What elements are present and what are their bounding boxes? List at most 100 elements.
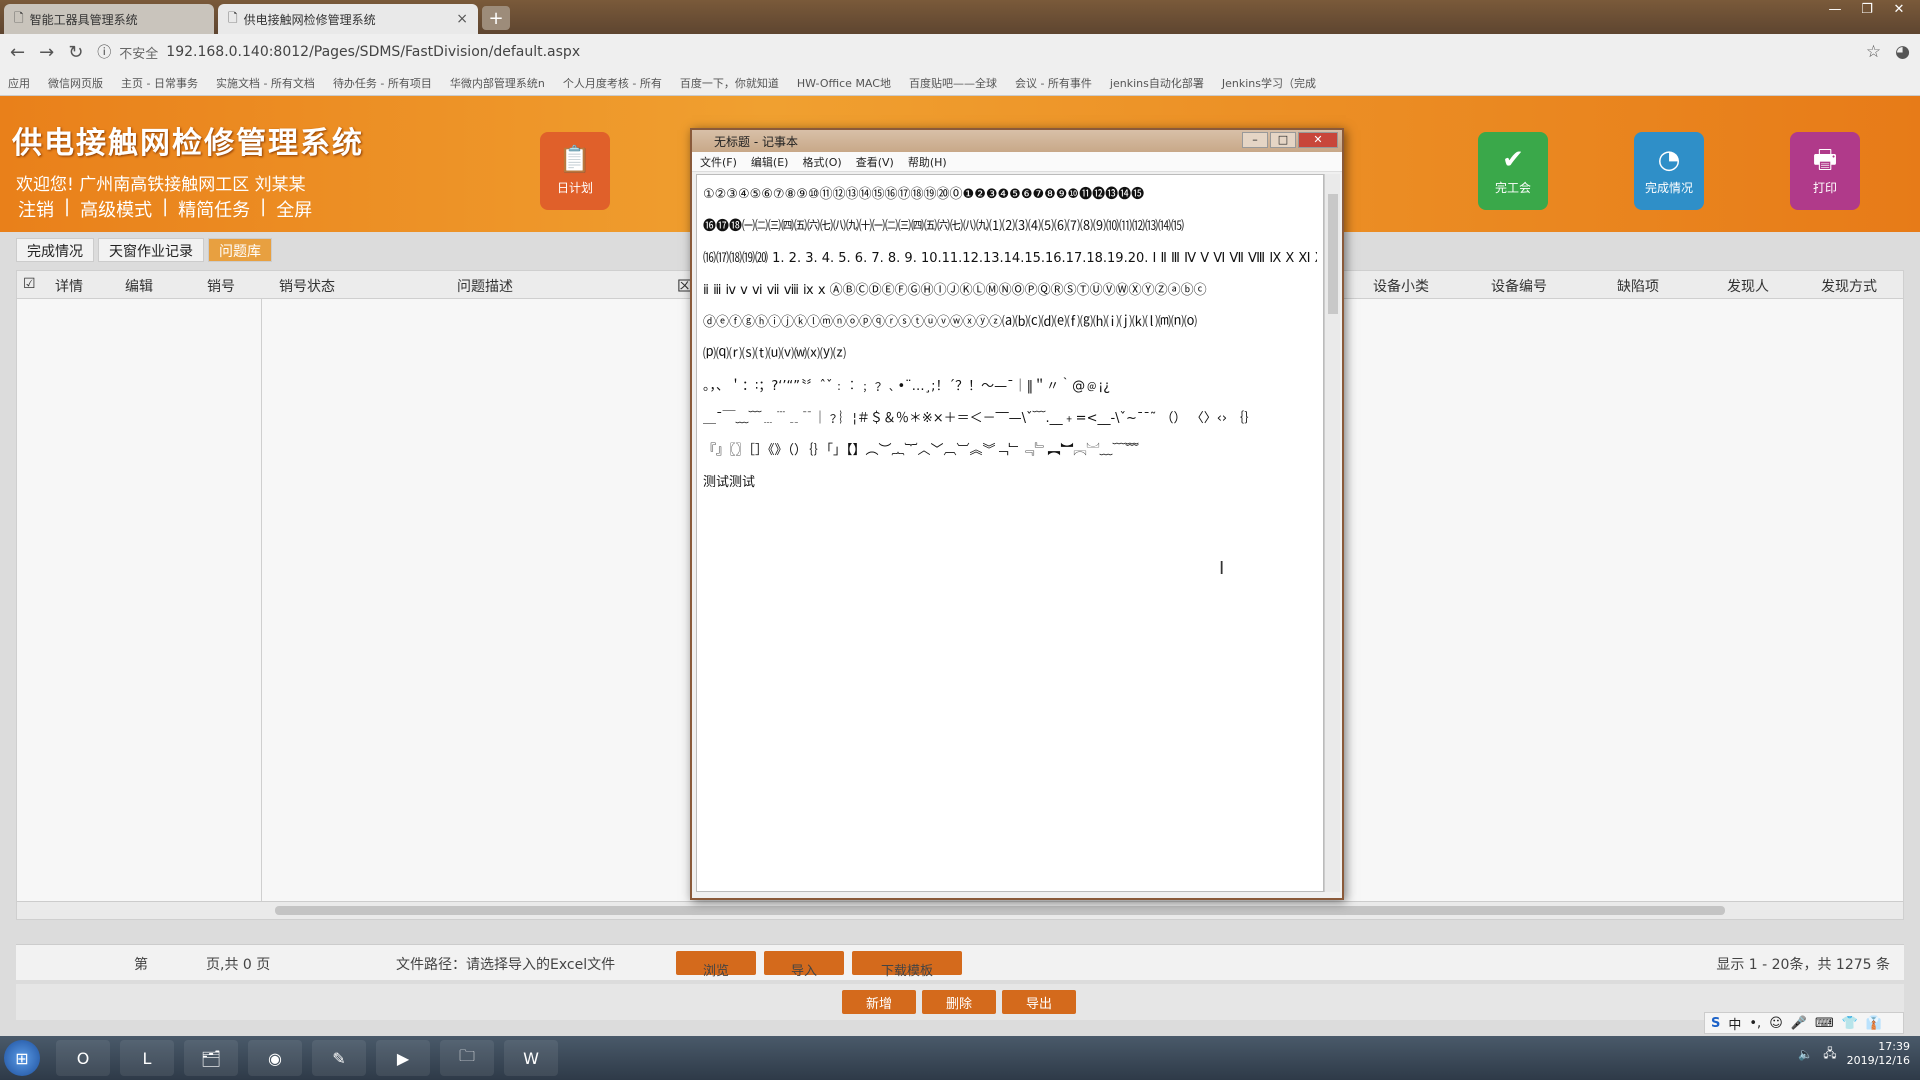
menu-help[interactable]: 帮助(H) bbox=[908, 154, 947, 170]
download-template-button[interactable]: 下载模板 bbox=[852, 951, 962, 979]
media-player-icon[interactable]: ▶ bbox=[376, 1040, 430, 1076]
text-line: ＿¯￣﹏﹋﹍﹉﹎﹊｜﹖︴¦＃＄＆％＊※×＋＝＜－‾‾—\ˇ﹋.__﹢=<__-\… bbox=[703, 411, 1258, 426]
new-tab-button[interactable]: + bbox=[482, 6, 510, 30]
file-explorer-icon[interactable]: 🗂 bbox=[184, 1040, 238, 1076]
network-icon[interactable]: 🖧 bbox=[1823, 1044, 1836, 1065]
text-line: 。，、＇：∶；?‘’“”〝〞ˆˇ﹕︰﹔﹖﹑•¨…¸;！´？！～—ˉ｜‖＂〃｀@﹫… bbox=[703, 379, 1111, 394]
bookmark-item[interactable]: 待办任务 - 所有项目 bbox=[333, 75, 432, 91]
record-summary: 显示 1 - 20条，共 1275 条 bbox=[1716, 957, 1890, 973]
scroll-thumb[interactable] bbox=[1328, 194, 1338, 314]
vertical-scrollbar[interactable] bbox=[1324, 174, 1340, 892]
bookmark-item[interactable]: 会议 - 所有事件 bbox=[1015, 75, 1092, 91]
column-problem-desc[interactable]: 问题描述 bbox=[457, 276, 513, 296]
print-button[interactable]: 🖶 打印 bbox=[1790, 132, 1860, 210]
volume-icon[interactable]: 🔈 bbox=[1798, 1047, 1813, 1061]
column-area[interactable]: 区 bbox=[677, 276, 691, 296]
tab-completion[interactable]: 完成情况 bbox=[16, 238, 94, 262]
page-prefix: 第 bbox=[134, 957, 148, 973]
maximize-icon[interactable]: □ bbox=[1270, 132, 1296, 148]
emoji-icon[interactable]: ☺ bbox=[1769, 1016, 1783, 1031]
daily-plan-button[interactable]: 📋 日计划 bbox=[540, 132, 610, 210]
column-close-status[interactable]: 销号状态 bbox=[279, 276, 335, 296]
url-field[interactable]: ⓘ 不安全 192.168.0.140:8012/Pages/SDMS/Fast… bbox=[97, 42, 1852, 62]
column-defect[interactable]: 缺陷项 bbox=[1617, 276, 1659, 296]
bookmark-item[interactable]: 主页 - 日常事务 bbox=[121, 75, 198, 91]
minimize-icon[interactable]: – bbox=[1242, 132, 1268, 148]
notepad-text-area[interactable]: ①②③④⑤⑥⑦⑧⑨⑩⑪⑫⑬⑭⑮⑯⑰⑱⑲⑳⓪❶❷❸❹❺❻❼❽❾❿⓫⓬⓭⓮⓯ ⓰⓱⓲… bbox=[696, 174, 1324, 892]
fullscreen-link[interactable]: 全屏 bbox=[276, 196, 312, 222]
tab-problem-library[interactable]: 问题库 bbox=[208, 238, 272, 262]
logout-link[interactable]: 注销 bbox=[18, 196, 54, 222]
separator: | bbox=[64, 196, 71, 217]
folder-icon[interactable]: 🗀 bbox=[440, 1040, 494, 1076]
select-all-checkbox[interactable]: ☑ bbox=[23, 276, 36, 292]
menu-view[interactable]: 查看(V) bbox=[856, 154, 894, 170]
completion-status-button[interactable]: ◔ 完成情况 bbox=[1634, 132, 1704, 210]
export-button[interactable]: 导出 bbox=[1002, 990, 1076, 1014]
skin-icon[interactable]: 👕 bbox=[1842, 1016, 1858, 1031]
notepad-icon[interactable]: ✎ bbox=[312, 1040, 366, 1076]
star-icon[interactable]: ☆ bbox=[1866, 42, 1881, 62]
reload-icon[interactable]: ↻ bbox=[68, 42, 83, 63]
close-icon[interactable]: × bbox=[456, 11, 468, 27]
menu-edit[interactable]: 编辑(E) bbox=[751, 154, 789, 170]
menu-file[interactable]: 文件(F) bbox=[700, 154, 737, 170]
back-icon[interactable]: ← bbox=[10, 42, 25, 63]
bookmark-item[interactable]: jenkins自动化部署 bbox=[1110, 75, 1204, 91]
bookmark-item[interactable]: Jenkins学习（完成 bbox=[1222, 75, 1316, 91]
bookmark-item[interactable]: 个人月度考核 - 所有 bbox=[563, 75, 662, 91]
chinese-mode-icon[interactable]: 中 bbox=[1728, 1014, 1741, 1033]
simple-task-link[interactable]: 精简任务 bbox=[178, 196, 250, 222]
horizontal-scrollbar[interactable] bbox=[17, 901, 1903, 919]
import-button[interactable]: 导入 bbox=[764, 951, 844, 979]
profile-icon[interactable]: ◕ bbox=[1895, 42, 1910, 62]
column-device-number[interactable]: 设备编号 bbox=[1491, 276, 1547, 296]
delete-button[interactable]: 删除 bbox=[922, 990, 996, 1014]
button-label: 导入 bbox=[790, 964, 817, 979]
browse-button[interactable]: 浏览 bbox=[676, 951, 756, 979]
maximize-icon[interactable]: ❐ bbox=[1854, 2, 1880, 17]
add-button[interactable]: 新增 bbox=[842, 990, 916, 1014]
column-finder[interactable]: 发现人 bbox=[1727, 276, 1769, 296]
bookmark-item[interactable]: 微信网页版 bbox=[48, 75, 103, 91]
menu-format[interactable]: 格式(O) bbox=[802, 154, 841, 170]
column-edit[interactable]: 编辑 bbox=[125, 276, 153, 296]
column-close[interactable]: 销号 bbox=[207, 276, 235, 296]
close-window-icon[interactable]: ✕ bbox=[1886, 2, 1912, 17]
address-bar: ← → ↻ ⓘ 不安全 192.168.0.140:8012/Pages/SDM… bbox=[0, 34, 1920, 70]
button-label: 完工会 bbox=[1494, 180, 1531, 195]
word-icon[interactable]: W bbox=[504, 1040, 558, 1076]
lync-icon[interactable]: L bbox=[120, 1040, 174, 1076]
bookmark-item[interactable]: 应用 bbox=[8, 75, 30, 91]
chrome-icon[interactable]: ◉ bbox=[248, 1040, 302, 1076]
microphone-icon[interactable]: 🎤 bbox=[1791, 1016, 1807, 1031]
text-line: ⅱ ⅲ ⅳ ⅴ ⅵ ⅶ ⅷ ⅸ ⅹ ⒶⒷⒸⒹⒺⒻⒼⒽⒾⒿⓀⓁⓂⓃⓄⓅⓆⓇⓈⓉⓊⓋ… bbox=[703, 283, 1207, 298]
bookmark-item[interactable]: HW-Office MAC地 bbox=[797, 75, 891, 91]
bookmark-item[interactable]: 百度一下，你就知道 bbox=[680, 75, 779, 91]
browser-tab-2[interactable]: 🗋 供电接触网检修管理系统 × bbox=[218, 4, 478, 34]
close-icon[interactable]: ✕ bbox=[1298, 132, 1338, 148]
toolbox-icon[interactable]: 👔 bbox=[1866, 1016, 1882, 1031]
forward-icon[interactable]: → bbox=[39, 42, 54, 63]
keyboard-icon[interactable]: ⌨ bbox=[1815, 1016, 1834, 1031]
sogou-icon[interactable]: S bbox=[1711, 1016, 1720, 1031]
completion-meeting-button[interactable]: ✔ 完工会 bbox=[1478, 132, 1548, 210]
outlook-icon[interactable]: O bbox=[56, 1040, 110, 1076]
welcome-text: 欢迎您! 广州南高铁接触网工区 刘某某 bbox=[16, 175, 306, 195]
punctuation-icon[interactable]: •, bbox=[1749, 1016, 1761, 1031]
bookmark-item[interactable]: 实施文档 - 所有文档 bbox=[216, 75, 315, 91]
column-device-subtype[interactable]: 设备小类 bbox=[1373, 276, 1429, 296]
bookmark-item[interactable]: 百度贴吧——全球 bbox=[909, 75, 997, 91]
clock[interactable]: 17:39 2019/12/16 bbox=[1847, 1040, 1910, 1068]
file-path-field[interactable]: 文件路径：请选择导入的Excel文件 bbox=[396, 954, 615, 974]
column-details[interactable]: 详情 bbox=[55, 276, 83, 296]
minimize-icon[interactable]: — bbox=[1822, 2, 1848, 17]
start-button[interactable]: ⊞ bbox=[4, 1040, 40, 1076]
notepad-title-bar[interactable]: 无标题 - 记事本 – □ ✕ bbox=[692, 130, 1342, 152]
browser-tab-1[interactable]: 🗋 智能工器具管理系统 bbox=[4, 4, 214, 34]
scroll-thumb[interactable] bbox=[275, 906, 1725, 915]
bookmark-item[interactable]: 华微内部管理系统n bbox=[450, 75, 545, 91]
column-find-method[interactable]: 发现方式 bbox=[1821, 276, 1877, 296]
advanced-mode-link[interactable]: 高级模式 bbox=[80, 196, 152, 222]
tab-skylight-records[interactable]: 天窗作业记录 bbox=[98, 238, 204, 262]
